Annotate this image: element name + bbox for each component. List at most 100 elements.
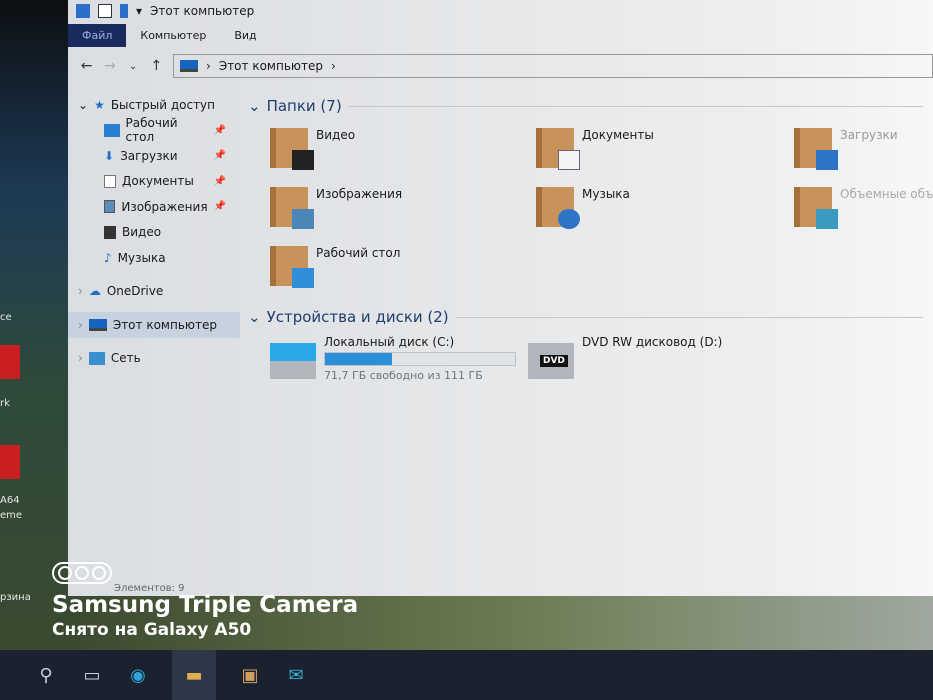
- desktop-icon-label[interactable]: рзина: [0, 592, 31, 603]
- star-icon: ★: [94, 97, 105, 112]
- documents-folder-icon: [536, 128, 580, 170]
- folder-label: Объемные объекты: [840, 187, 933, 201]
- folder-label: Видео: [316, 128, 356, 142]
- folder-3d-objects[interactable]: Объемные объекты: [794, 181, 933, 240]
- desktop-app-icon[interactable]: [0, 345, 20, 379]
- desktop-icon-label[interactable]: ce: [0, 312, 12, 323]
- sidebar-item-label: Загрузки: [120, 148, 178, 163]
- edge-icon[interactable]: ◉: [126, 663, 150, 687]
- cloud-icon: ☁: [88, 284, 101, 299]
- pictures-icon: [104, 200, 116, 214]
- forward-button[interactable]: →: [103, 58, 116, 74]
- task-view-icon[interactable]: ▭: [80, 663, 104, 687]
- chevron-down-icon[interactable]: ⌄: [248, 97, 261, 115]
- triple-camera-icon: [52, 562, 112, 584]
- chevron-right-icon[interactable]: ›: [206, 59, 211, 73]
- customize-quick-access-icon[interactable]: ▾: [136, 4, 142, 18]
- group-title: Папки (7): [266, 97, 342, 115]
- breadcrumb-this-pc[interactable]: Этот компьютер: [219, 59, 323, 73]
- chevron-down-icon[interactable]: ⌄: [78, 98, 88, 112]
- search-icon[interactable]: ⚲: [34, 663, 58, 687]
- watermark-subtitle: Снято на Galaxy A50: [52, 620, 252, 640]
- folder-label: Рабочий стол: [316, 246, 401, 260]
- sidebar-item-label: OneDrive: [106, 284, 164, 299]
- title-bar: ▾ Этот компьютер: [68, 0, 933, 22]
- sidebar-item-quick-access[interactable]: ⌄ ★ Быстрый доступ: [68, 92, 240, 118]
- up-button[interactable]: ↑: [150, 58, 163, 74]
- folder-label: Загрузки: [840, 128, 898, 142]
- pin-icon: 📌: [213, 124, 226, 136]
- folder-downloads[interactable]: Загрузки: [794, 122, 933, 181]
- file-explorer-window: ▾ Этот компьютер Файл Компьютер Вид ← → …: [68, 0, 933, 596]
- mail-icon[interactable]: ✉: [284, 663, 308, 687]
- music-folder-icon: [536, 187, 580, 229]
- properties-icon[interactable]: [98, 4, 112, 18]
- pin-icon: 📌: [213, 150, 226, 162]
- tab-view[interactable]: Вид: [220, 24, 270, 47]
- desktop-icon: [104, 123, 120, 137]
- pin-icon: 📌: [213, 175, 226, 187]
- folder-label: Изображения: [316, 187, 403, 201]
- sidebar-item-documents[interactable]: Документы 📌: [68, 169, 240, 195]
- sidebar-item-label: Видео: [122, 225, 162, 240]
- sidebar-item-desktop[interactable]: Рабочий стол 📌: [68, 116, 240, 144]
- music-icon: ♪: [104, 250, 112, 265]
- chevron-right-icon[interactable]: ›: [78, 284, 83, 298]
- new-folder-icon[interactable]: [120, 4, 128, 18]
- drive-free-space: 71,7 ГБ свободно из 111 ГБ: [324, 369, 483, 382]
- chevron-down-icon[interactable]: ⌄: [248, 308, 261, 326]
- dvd-badge: DVD: [540, 355, 568, 367]
- video-folder-icon: [270, 128, 314, 170]
- sidebar-item-this-pc[interactable]: › Этот компьютер: [68, 312, 240, 338]
- video-icon: [104, 225, 116, 239]
- chevron-right-icon[interactable]: ›: [78, 351, 83, 365]
- drive-usage-fill: [325, 353, 392, 365]
- document-icon: [104, 174, 116, 188]
- divider: [454, 316, 923, 318]
- computer-icon: [88, 318, 107, 331]
- drives-list: Локальный диск (C:) 71,7 ГБ свободно из …: [248, 335, 933, 382]
- taskbar: ⚲ ▭ ◉ ▬ ▣ ✉: [0, 650, 933, 700]
- recent-locations-button[interactable]: ⌄: [127, 61, 140, 72]
- folder-label: Музыка: [582, 187, 630, 201]
- drive-name: Локальный диск (C:): [324, 335, 455, 349]
- desktop-app-icon[interactable]: [0, 445, 20, 479]
- sidebar-item-downloads[interactable]: ⬇ Загрузки 📌: [68, 143, 240, 169]
- folders-group-header[interactable]: ⌄ Папки (7): [248, 92, 933, 120]
- folder-videos[interactable]: Видео: [270, 122, 536, 181]
- sidebar-item-label: Сеть: [110, 351, 141, 366]
- folder-desktop[interactable]: Рабочий стол: [270, 240, 536, 299]
- address-bar[interactable]: › Этот компьютер ›: [173, 54, 933, 78]
- ribbon-tabs: Файл Компьютер Вид: [68, 22, 933, 48]
- folder-music[interactable]: Музыка: [536, 181, 794, 240]
- file-explorer-taskbar-icon[interactable]: ▬: [172, 650, 216, 700]
- computer-icon: [76, 4, 90, 18]
- folder-documents[interactable]: Документы: [536, 122, 794, 181]
- devices-group-header[interactable]: ⌄ Устройства и диски (2): [248, 303, 933, 331]
- sidebar-item-pictures[interactable]: Изображения 📌: [68, 194, 240, 220]
- drive-c[interactable]: Локальный диск (C:) 71,7 ГБ свободно из …: [270, 335, 528, 382]
- chevron-right-icon[interactable]: ›: [331, 59, 336, 73]
- sidebar-item-network[interactable]: › Сеть: [68, 346, 240, 372]
- 3d-objects-folder-icon: [794, 187, 838, 229]
- back-button[interactable]: ←: [80, 58, 93, 74]
- sidebar-item-label: Изображения: [121, 199, 208, 214]
- sidebar-item-videos[interactable]: Видео: [68, 220, 240, 246]
- store-icon[interactable]: ▣: [238, 663, 262, 687]
- sidebar-item-music[interactable]: ♪ Музыка: [68, 245, 240, 271]
- drive-d[interactable]: DVD DVD RW дисковод (D:): [528, 335, 786, 382]
- navigation-pane: ⌄ ★ Быстрый доступ Рабочий стол 📌 ⬇ Загрузки…: [68, 92, 240, 371]
- camera-watermark: Samsung Triple Camera Снято на Galaxy A5…: [52, 562, 358, 640]
- folder-pictures[interactable]: Изображения: [270, 181, 536, 240]
- desktop-icon-label[interactable]: rk: [0, 398, 10, 409]
- sidebar-item-onedrive[interactable]: › ☁ OneDrive: [68, 279, 240, 305]
- desktop-icon-label[interactable]: eme: [0, 510, 22, 521]
- content-pane: ⌄ Папки (7) Видео Документы Загрузки Изоб…: [248, 92, 933, 382]
- divider: [347, 105, 923, 107]
- sidebar-item-label: Документы: [122, 174, 194, 189]
- desktop-icon-label[interactable]: A64: [0, 495, 20, 506]
- chevron-right-icon[interactable]: ›: [78, 318, 83, 332]
- drive-name: DVD RW дисковод (D:): [582, 335, 723, 349]
- tab-file[interactable]: Файл: [68, 23, 127, 47]
- tab-computer[interactable]: Компьютер: [126, 24, 220, 47]
